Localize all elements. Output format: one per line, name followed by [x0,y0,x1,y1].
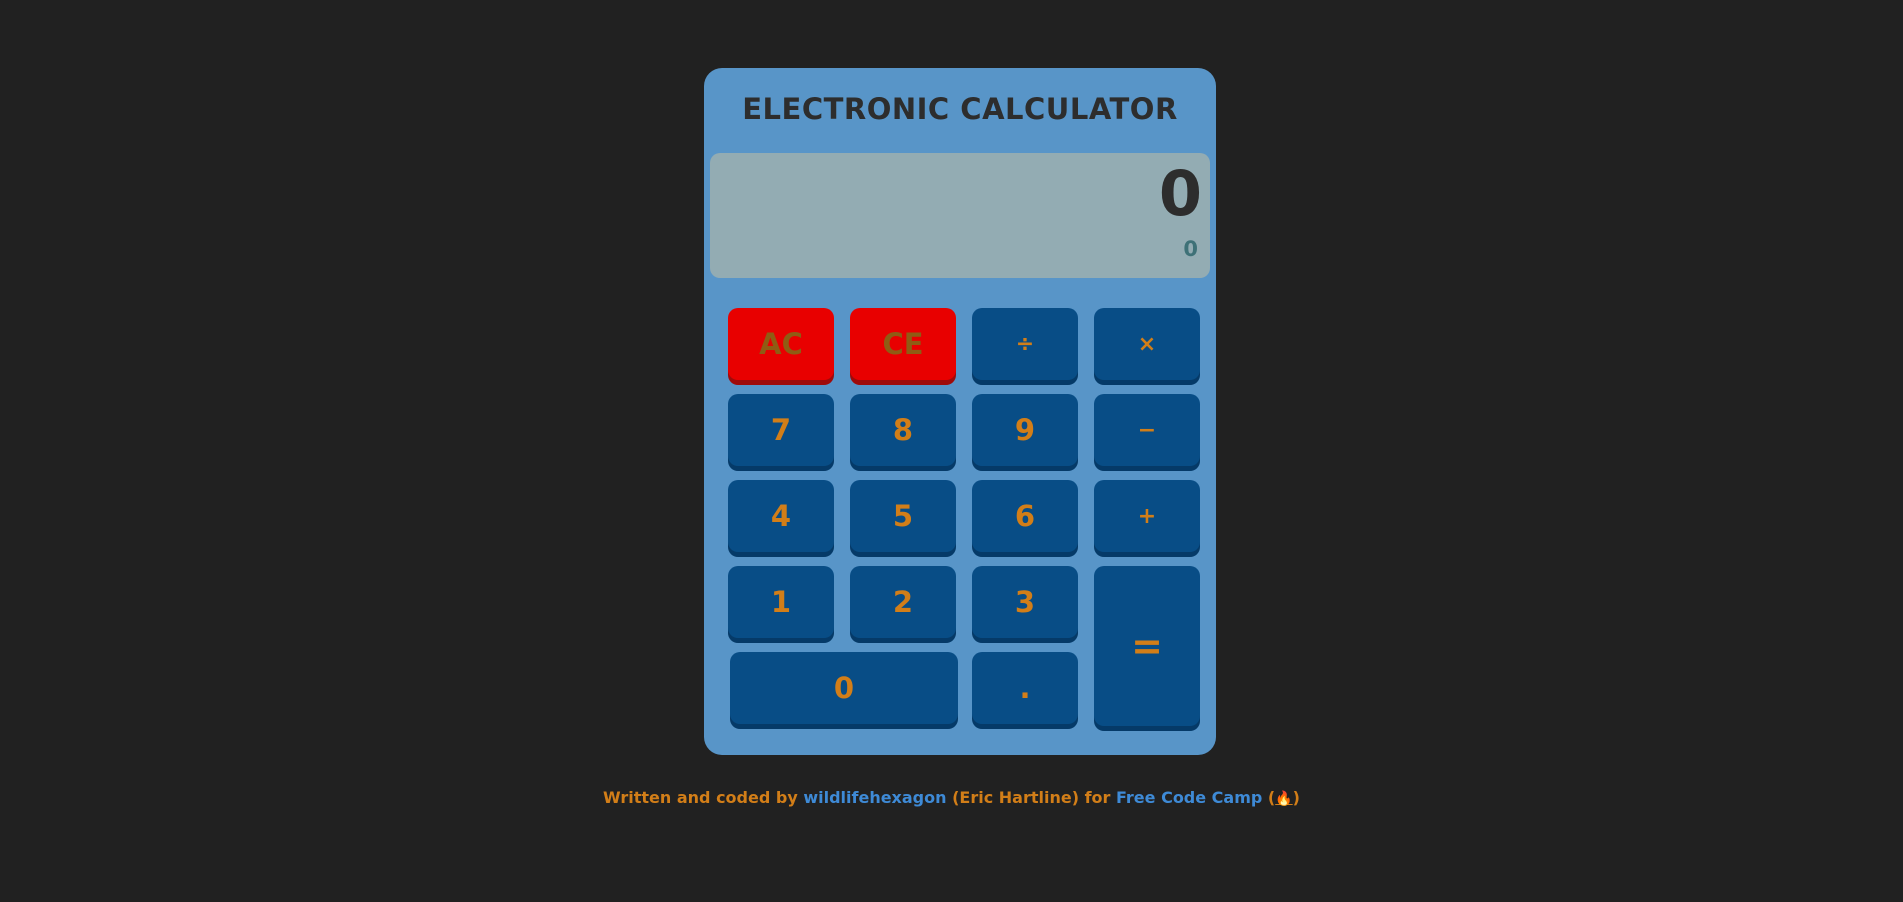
decimal-button[interactable]: . [972,652,1078,724]
ac-button[interactable]: AC [728,308,834,380]
footer-prefix: Written and coded by [603,788,804,807]
nine-button[interactable]: 9 [972,394,1078,466]
add-button[interactable]: + [1094,480,1200,552]
three-button[interactable]: 3 [972,566,1078,638]
eight-button[interactable]: 8 [850,394,956,466]
fcc-link[interactable]: Free Code Camp [1116,788,1262,807]
calculator-display: 0 0 [710,153,1210,278]
one-button[interactable]: 1 [728,566,834,638]
footer-icon-close: ) [1292,788,1300,807]
display-formula: 0 [1183,237,1198,261]
four-button[interactable]: 4 [728,480,834,552]
display-main-value: 0 [1158,157,1202,230]
equals-button[interactable]: = [1094,566,1200,726]
subtract-button[interactable]: − [1094,394,1200,466]
five-button[interactable]: 5 [850,480,956,552]
footer-icon-open: ( [1262,788,1276,807]
seven-button[interactable]: 7 [728,394,834,466]
footer-author-name: (Eric Hartline) for [946,788,1116,807]
divide-button[interactable]: ÷ [972,308,1078,380]
calculator-title: ELECTRONIC CALCULATOR [742,92,1178,126]
calculator: ELECTRONIC CALCULATOR 0 0 AC CE ÷ × 7 8 … [704,68,1216,755]
fire-icon[interactable]: 🔥 [1275,791,1292,807]
two-button[interactable]: 2 [850,566,956,638]
author-link[interactable]: wildlifehexagon [803,788,946,807]
footer-credit: Written and coded by wildlifehexagon (Er… [0,788,1903,807]
zero-button[interactable]: 0 [730,652,958,724]
multiply-button[interactable]: × [1094,308,1200,380]
ce-button[interactable]: CE [850,308,956,380]
six-button[interactable]: 6 [972,480,1078,552]
